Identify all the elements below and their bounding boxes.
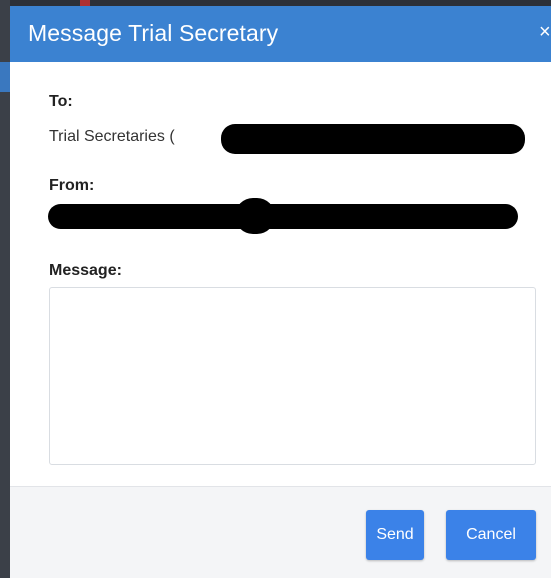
- from-redaction: [48, 204, 518, 229]
- cancel-button[interactable]: Cancel: [446, 510, 536, 560]
- background-header-strip: [0, 62, 10, 92]
- dialog-header: Message Trial Secretary ×: [10, 6, 551, 62]
- from-redaction-blob: [235, 198, 275, 234]
- window-left-frame: [0, 0, 10, 578]
- message-dialog: Message Trial Secretary × To: Trial Secr…: [10, 6, 551, 578]
- message-label: Message:: [49, 262, 122, 279]
- dialog-title: Message Trial Secretary: [28, 20, 279, 46]
- to-value: Trial Secretaries (: [49, 128, 175, 145]
- send-button[interactable]: Send: [366, 510, 424, 560]
- to-redaction: [221, 124, 525, 154]
- from-label: From:: [49, 177, 95, 194]
- close-icon[interactable]: ×: [539, 20, 551, 44]
- message-textarea[interactable]: [49, 287, 536, 465]
- dialog-footer: Send Cancel: [10, 486, 551, 578]
- to-label: To:: [49, 93, 73, 110]
